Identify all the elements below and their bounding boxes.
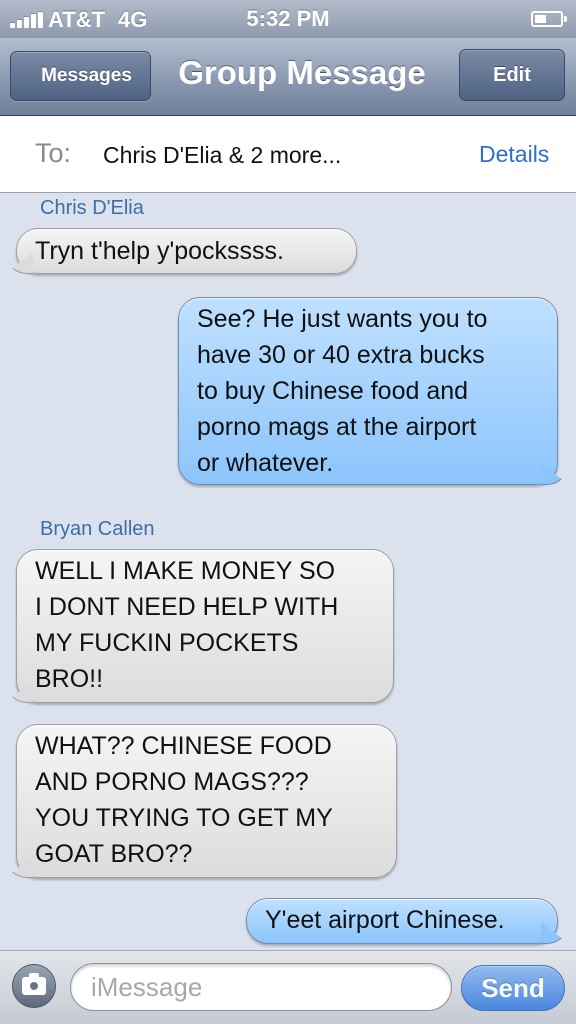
bubble-tail: [541, 922, 569, 944]
message-line: Tryn t'help y'pockssss.: [35, 237, 284, 265]
status-time: 5:32 PM: [246, 6, 330, 31]
details-link[interactable]: Details: [479, 141, 549, 168]
message-bubble-incoming[interactable]: Tryn t'help y'pockssss.: [5, 228, 357, 274]
message-bubble-outgoing[interactable]: See? He just wants you to have 30 or 40 …: [178, 297, 569, 485]
back-button-label: Messages: [41, 65, 132, 86]
message-line: have 30 or 40 extra bucks: [197, 341, 485, 369]
message-line: GOAT BRO??: [35, 840, 193, 868]
edit-button[interactable]: Edit: [459, 49, 565, 101]
message-bubble-incoming[interactable]: WHAT?? CHINESE FOOD AND PORNO MAGS??? YO…: [5, 724, 397, 878]
recipients-row: To: Chris D'Elia & 2 more... Details: [0, 116, 576, 193]
message-line: WHAT?? CHINESE FOOD: [35, 732, 332, 760]
message-line: BRO!!: [35, 665, 104, 693]
battery-icon: [531, 11, 567, 27]
message-line: I DONT NEED HELP WITH: [35, 593, 339, 621]
back-button[interactable]: Messages: [0, 51, 151, 101]
message-line: to buy Chinese food and: [197, 377, 469, 405]
message-line: See? He just wants you to: [197, 305, 488, 333]
bubble-tail: [541, 463, 569, 485]
message-line: AND PORNO MAGS???: [35, 768, 309, 796]
message-line: MY FUCKIN POCKETS: [35, 629, 299, 657]
bubble-tail: [5, 252, 33, 274]
message-line: YOU TRYING TO GET MY: [35, 804, 333, 832]
send-button[interactable]: Send: [461, 965, 565, 1011]
sender-name: Bryan Callen: [40, 518, 155, 540]
battery-level: [535, 15, 546, 23]
back-arrow-icon: [0, 53, 37, 99]
message-line: Y'eet airport Chinese.: [265, 906, 505, 934]
message-line: WELL I MAKE MONEY SO: [35, 557, 336, 585]
bubble-tail: [5, 856, 33, 878]
camera-lens: [28, 980, 40, 992]
navigation-bar: Messages Group Message Edit: [0, 38, 576, 116]
bubble-tail: [5, 681, 33, 703]
message-input[interactable]: [70, 963, 452, 1011]
camera-button[interactable]: [12, 964, 56, 1008]
camera-icon: [22, 973, 46, 995]
message-line: porno mags at the airport: [197, 413, 477, 441]
recipients-value[interactable]: Chris D'Elia & 2 more...: [103, 142, 341, 169]
message-line: or whatever.: [197, 449, 334, 477]
sender-name: Chris D'Elia: [40, 197, 144, 219]
message-bubble-incoming[interactable]: WELL I MAKE MONEY SO I DONT NEED HELP WI…: [5, 549, 394, 703]
message-bubble-outgoing[interactable]: Y'eet airport Chinese.: [246, 898, 569, 944]
status-bar: AT&T 4G 5:32 PM: [0, 0, 576, 38]
page-title: Group Message: [178, 54, 426, 91]
compose-bar: Send: [0, 950, 576, 1024]
to-label: To:: [35, 138, 72, 168]
